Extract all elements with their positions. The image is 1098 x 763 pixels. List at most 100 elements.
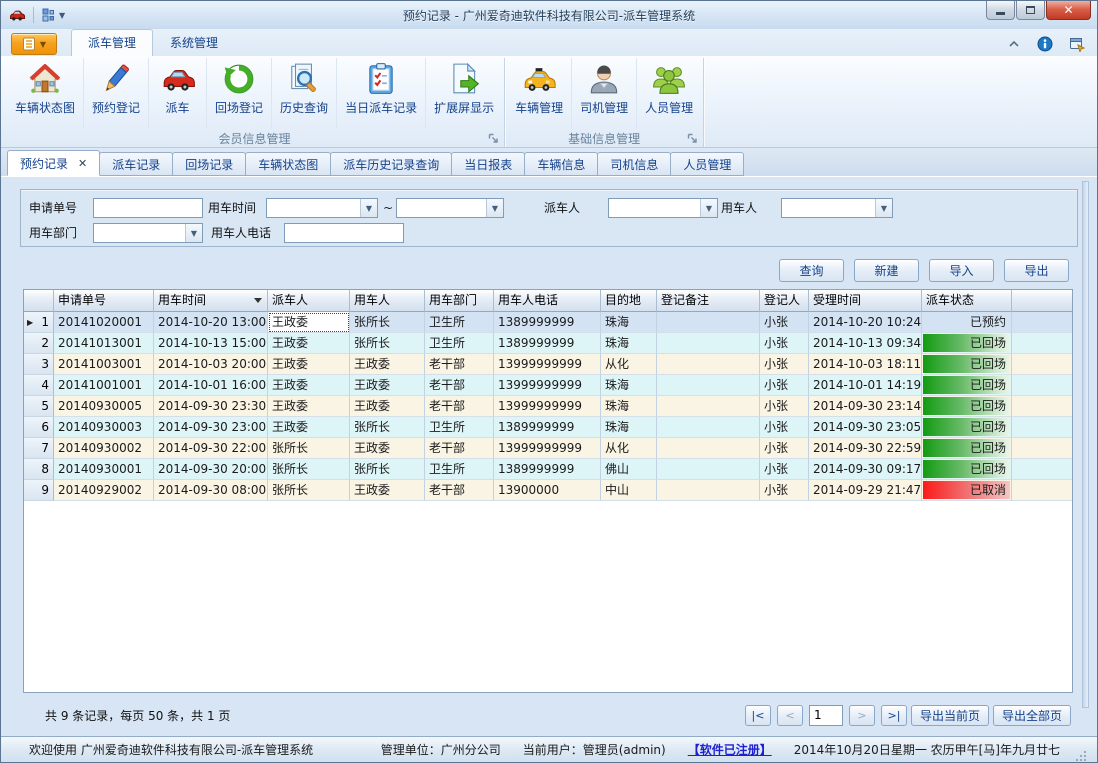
table-cell[interactable]: 2014-09-30 23:00 xyxy=(154,417,268,438)
table-cell[interactable]: 2014-09-30 20:00 xyxy=(154,459,268,480)
table-row[interactable]: 9201409290022014-09-30 08:00张所长王政委老干部139… xyxy=(24,480,1072,501)
table-cell[interactable] xyxy=(657,354,760,375)
table-cell[interactable]: 1389999999 xyxy=(494,459,601,480)
info-icon[interactable] xyxy=(1037,36,1053,52)
table-cell[interactable]: 王政委 xyxy=(350,375,425,396)
table-cell[interactable]: 张所长 xyxy=(268,438,350,459)
dispatch-status-cell[interactable]: 已回场 xyxy=(922,459,1012,480)
table-cell[interactable] xyxy=(657,480,760,501)
table-row[interactable]: 4201410010012014-10-01 16:00王政委王政委老干部139… xyxy=(24,375,1072,396)
license-registered-link[interactable]: 【软件已注册】 xyxy=(688,741,772,758)
table-cell[interactable]: 王政委 xyxy=(350,396,425,417)
app-logo-car-icon[interactable] xyxy=(9,7,25,23)
table-cell[interactable]: 1389999999 xyxy=(494,333,601,354)
dispatch-status-cell[interactable]: 已回场 xyxy=(922,417,1012,438)
doc-tab-dispatch-records[interactable]: 派车记录 xyxy=(99,152,173,176)
table-cell[interactable] xyxy=(657,459,760,480)
table-cell[interactable]: 13900000 xyxy=(494,480,601,501)
table-row[interactable]: ▶1201410200012014-10-20 13:00王政委张所长卫生所13… xyxy=(24,312,1072,333)
table-cell[interactable]: 1389999999 xyxy=(494,417,601,438)
query-button[interactable]: 查询 xyxy=(779,259,844,282)
use-time-to-combobox[interactable]: ▼ xyxy=(396,198,504,218)
column-header[interactable]: 派车状态 xyxy=(922,290,1012,312)
table-cell[interactable]: 卫生所 xyxy=(425,333,494,354)
table-cell[interactable]: 1389999999 xyxy=(494,312,601,333)
table-cell[interactable]: 2014-10-01 16:00 xyxy=(154,375,268,396)
column-header[interactable]: 用车部门 xyxy=(425,290,494,312)
table-row[interactable]: 3201410030012014-10-03 20:00王政委王政委老干部139… xyxy=(24,354,1072,375)
ribbon-tab-dispatch-management[interactable]: 派车管理 xyxy=(71,29,153,56)
dialog-launcher-icon[interactable] xyxy=(687,133,698,144)
column-header[interactable]: 登记备注 xyxy=(657,290,760,312)
table-cell[interactable]: 小张 xyxy=(760,354,809,375)
maximize-button[interactable] xyxy=(1016,1,1045,20)
dispatcher-combobox[interactable]: ▼ xyxy=(608,198,718,218)
table-cell[interactable] xyxy=(657,312,760,333)
table-cell[interactable]: 20140930005 xyxy=(54,396,154,417)
table-cell[interactable]: 2014-10-13 09:34 xyxy=(809,333,922,354)
tab-close-icon[interactable]: ✕ xyxy=(78,157,87,170)
new-button[interactable]: 新建 xyxy=(854,259,919,282)
table-row[interactable]: 7201409300022014-09-30 22:00张所长王政委老干部139… xyxy=(24,438,1072,459)
table-cell[interactable]: 2014-10-20 10:24 xyxy=(809,312,922,333)
table-cell[interactable]: 王政委 xyxy=(268,417,350,438)
close-button[interactable]: ✕ xyxy=(1046,1,1091,20)
table-cell[interactable]: 20141020001 xyxy=(54,312,154,333)
dispatch-status-cell[interactable]: 已回场 xyxy=(922,333,1012,354)
doc-tab-daily-report[interactable]: 当日报表 xyxy=(451,152,525,176)
table-cell[interactable]: 张所长 xyxy=(350,333,425,354)
table-cell[interactable]: 王政委 xyxy=(268,333,350,354)
table-cell[interactable]: 小张 xyxy=(760,480,809,501)
table-row[interactable]: 5201409300052014-09-30 23:30王政委王政委老干部139… xyxy=(24,396,1072,417)
table-cell[interactable]: 从化 xyxy=(601,438,657,459)
dispatch-vehicle-button[interactable]: 派车 xyxy=(148,58,206,129)
column-header[interactable]: 目的地 xyxy=(601,290,657,312)
quick-access-toolbar-button[interactable]: ▼ xyxy=(42,8,65,22)
personnel-management-button[interactable]: 人员管理 xyxy=(636,58,701,129)
reservation-register-button[interactable]: 预约登记 xyxy=(83,58,148,129)
dispatch-status-cell[interactable]: 已取消 xyxy=(922,480,1012,501)
export-current-page-button[interactable]: 导出当前页 xyxy=(911,705,989,726)
table-cell[interactable]: 2014-10-13 15:00 xyxy=(154,333,268,354)
table-cell[interactable] xyxy=(657,333,760,354)
user-phone-input[interactable] xyxy=(284,223,404,243)
department-combobox[interactable]: ▼ xyxy=(93,223,203,243)
table-cell[interactable]: 张所长 xyxy=(350,417,425,438)
sort-filter-arrow-icon[interactable] xyxy=(254,298,262,303)
column-header[interactable]: 用车人电话 xyxy=(494,290,601,312)
table-cell[interactable]: 2014-09-30 09:17 xyxy=(809,459,922,480)
app-menu-button[interactable]: ▼ xyxy=(11,33,57,55)
extended-screen-display-button[interactable]: 扩展屏显示 xyxy=(425,58,502,129)
table-cell[interactable]: 2014-09-30 22:00 xyxy=(154,438,268,459)
table-cell[interactable] xyxy=(657,438,760,459)
vehicle-status-map-button[interactable]: 车辆状态图 xyxy=(7,58,83,129)
table-row[interactable]: 2201410130012014-10-13 15:00王政委张所长卫生所138… xyxy=(24,333,1072,354)
table-cell[interactable]: 王政委 xyxy=(350,480,425,501)
table-cell[interactable]: 佛山 xyxy=(601,459,657,480)
dispatch-status-cell[interactable]: 已回场 xyxy=(922,396,1012,417)
table-cell[interactable]: 王政委 xyxy=(268,354,350,375)
table-cell[interactable]: 老干部 xyxy=(425,480,494,501)
doc-tab-vehicle-status-map[interactable]: 车辆状态图 xyxy=(245,152,331,176)
column-header[interactable]: 用车人 xyxy=(350,290,425,312)
table-cell[interactable]: 老干部 xyxy=(425,396,494,417)
table-cell[interactable]: 13999999999 xyxy=(494,438,601,459)
table-cell[interactable]: 老干部 xyxy=(425,438,494,459)
table-cell[interactable] xyxy=(657,375,760,396)
chevron-down-icon[interactable]: ▼ xyxy=(185,224,202,242)
use-time-from-combobox[interactable]: ▼ xyxy=(266,198,378,218)
table-cell[interactable]: 老干部 xyxy=(425,375,494,396)
table-cell[interactable]: 2014-09-30 08:00 xyxy=(154,480,268,501)
table-cell[interactable]: 珠海 xyxy=(601,312,657,333)
table-cell[interactable]: 卫生所 xyxy=(425,417,494,438)
table-cell[interactable]: 王政委 xyxy=(350,354,425,375)
column-header[interactable]: 用车时间 xyxy=(154,290,268,312)
collapse-ribbon-chevron-icon[interactable] xyxy=(1007,37,1021,51)
dialog-launcher-icon[interactable] xyxy=(488,133,499,144)
table-cell[interactable]: 珠海 xyxy=(601,333,657,354)
table-cell[interactable]: 珠海 xyxy=(601,375,657,396)
table-cell[interactable]: 小张 xyxy=(760,417,809,438)
table-cell[interactable]: 20141001001 xyxy=(54,375,154,396)
table-cell[interactable]: 张所长 xyxy=(268,459,350,480)
table-cell[interactable]: 2014-09-30 23:05 xyxy=(809,417,922,438)
